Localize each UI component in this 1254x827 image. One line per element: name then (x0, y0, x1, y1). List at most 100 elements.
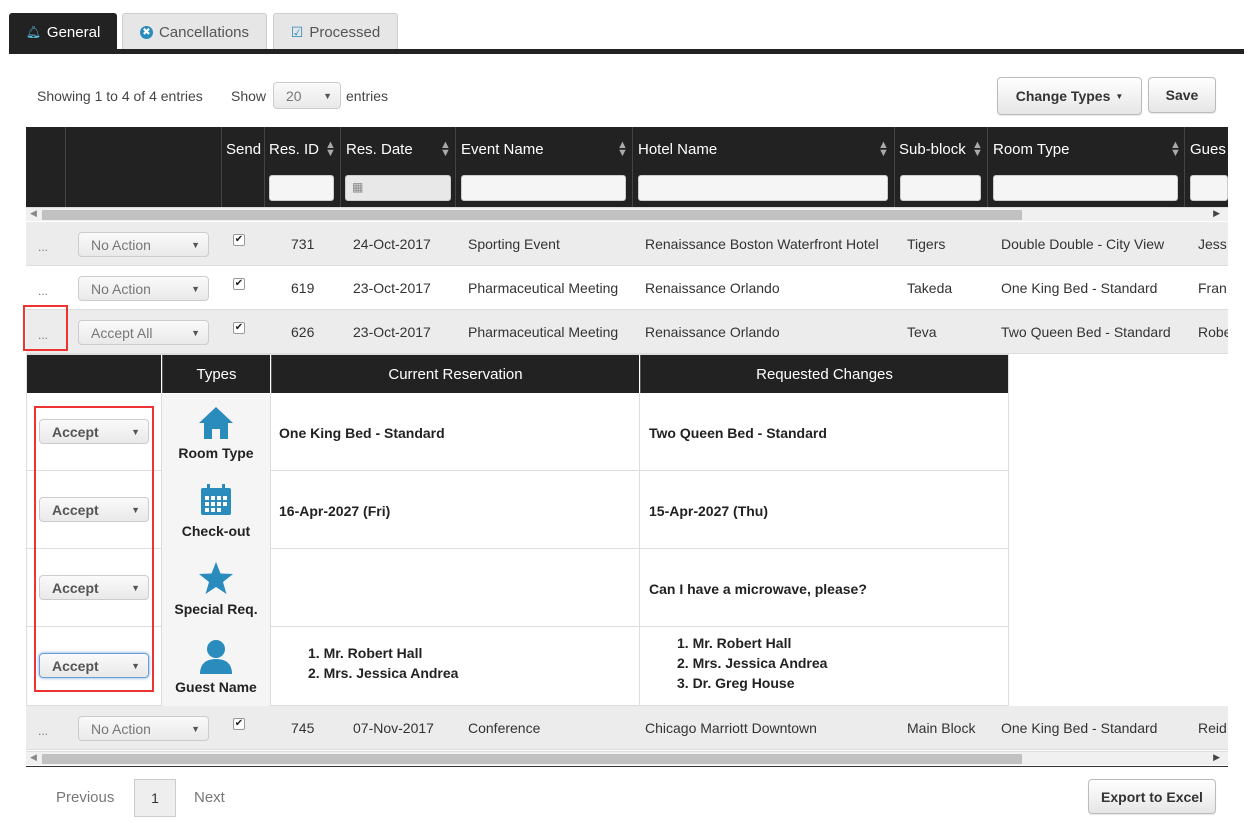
export-excel-button[interactable]: Export to Excel (1088, 779, 1216, 814)
tab-processed[interactable]: ☑ Processed (273, 13, 398, 50)
arrow-left-icon[interactable]: ◀ (30, 752, 37, 763)
row-action-select[interactable]: No Action ▼ (78, 716, 209, 741)
page-number: 1 (151, 790, 159, 806)
divider (65, 127, 66, 207)
col-res-date[interactable]: Res. Date (346, 141, 413, 158)
filter-room-type[interactable] (993, 175, 1178, 201)
room-type: One King Bed - Standard (1001, 720, 1158, 736)
divider (26, 766, 1228, 767)
type-guest-name: Guest Name (162, 628, 270, 706)
horizontal-scrollbar[interactable]: ◀ ▶ (26, 207, 1228, 221)
caret-down-icon: ▼ (191, 239, 200, 250)
current-guest-list: 1. Mr. Robert Hall 2. Mrs. Jessica Andre… (308, 643, 458, 683)
divider (987, 127, 988, 207)
page-size-value: 20 (286, 87, 302, 104)
row-expand-toggle[interactable]: ... (38, 284, 48, 298)
hotel-name: Renaissance Orlando (645, 280, 780, 296)
next-page-link[interactable]: Next (194, 789, 225, 806)
row-expand-toggle[interactable]: ... (38, 724, 48, 738)
action-value: Accept All (91, 324, 153, 341)
sort-icon[interactable]: ▲ ▼ (878, 140, 889, 159)
send-checkbox[interactable]: ✔ (233, 234, 245, 246)
filter-guest[interactable] (1190, 175, 1228, 201)
bell-icon: 🔔︎ (25, 25, 41, 39)
col-guest[interactable]: Gues (1190, 141, 1227, 158)
caret-down-icon: ▼ (191, 327, 200, 338)
col-send: Send (226, 141, 262, 158)
requested-guest-list: 1. Mr. Robert Hall 2. Mrs. Jessica Andre… (677, 633, 827, 693)
sort-icon[interactable]: ▲ ▼ (440, 140, 451, 159)
tab-bar-divider (9, 49, 1244, 54)
col-sub-block[interactable]: Sub-block (899, 141, 966, 158)
change-types-button[interactable]: Change Types ▼ (997, 77, 1142, 115)
current-value: 16-Apr-2027 (Fri) (279, 503, 391, 519)
sort-icon[interactable]: ▲ ▼ (1170, 140, 1181, 159)
caret-down-icon: ▼ (323, 90, 332, 101)
room-type: Two Queen Bed - Standard (1001, 324, 1171, 340)
res-id: 745 (291, 720, 315, 736)
send-checkbox[interactable]: ✔ (233, 718, 245, 730)
sort-icon[interactable]: ▲ ▼ (972, 140, 983, 159)
res-id: 731 (291, 236, 315, 252)
col-hotel-name[interactable]: Hotel Name (638, 141, 717, 158)
filter-sub-block[interactable] (900, 175, 981, 201)
filter-res-id[interactable] (269, 175, 334, 201)
current-value: One King Bed - Standard (279, 425, 445, 441)
entries-info: Showing 1 to 4 of 4 entries (37, 88, 203, 104)
table-row: ... No Action ▼ ✔ 619 23-Oct-2017 Pharmac… (26, 266, 1228, 310)
scrollbar-thumb[interactable] (42, 754, 1022, 764)
caret-down-icon: ▼ (191, 723, 200, 734)
guest-name: Jess (1198, 236, 1227, 252)
res-date: 23-Oct-2017 (353, 280, 431, 296)
arrow-right-icon[interactable]: ▶ (1213, 752, 1220, 763)
guest-item: 3. Dr. Greg House (677, 675, 795, 691)
page-1-button[interactable]: 1 (134, 779, 176, 817)
event-name: Pharmaceutical Meeting (468, 324, 619, 340)
caret-down-icon: ▼ (191, 283, 200, 294)
requested-value: Two Queen Bed - Standard (649, 425, 827, 441)
filter-event-name[interactable] (461, 175, 626, 201)
sub-block: Main Block (907, 720, 976, 736)
filter-hotel-name[interactable] (638, 175, 888, 201)
previous-page-link[interactable]: Previous (56, 789, 114, 806)
col-res-id[interactable]: Res. ID (269, 141, 319, 158)
sort-icon[interactable]: ▲ ▼ (617, 140, 628, 159)
action-value: No Action (91, 236, 151, 253)
send-checkbox[interactable]: ✔ (233, 278, 245, 290)
col-event-name[interactable]: Event Name (461, 141, 544, 158)
home-icon (199, 407, 233, 439)
divider (894, 127, 895, 207)
requested-value: 15-Apr-2027 (Thu) (649, 503, 769, 519)
res-id: 626 (291, 324, 315, 340)
tab-general[interactable]: 🔔︎ General (9, 13, 117, 50)
row-expand-toggle[interactable]: ... (38, 240, 48, 254)
table-row: ... Accept All ▼ ✔ 626 23-Oct-2017 Pharma… (26, 310, 1228, 354)
sort-icon[interactable]: ▲ ▼ (325, 140, 336, 159)
detail-header-requested: Requested Changes (640, 355, 1008, 393)
caret-down-icon: ▼ (1115, 91, 1124, 101)
x-circle-icon: ✖ (139, 25, 153, 39)
arrow-right-icon[interactable]: ▶ (1213, 208, 1220, 219)
row-action-select[interactable]: Accept All ▼ (78, 320, 209, 345)
res-id: 619 (291, 280, 315, 296)
horizontal-scrollbar[interactable]: ◀ ▶ (26, 751, 1228, 765)
page-size-select[interactable]: 20 ▼ (273, 82, 341, 109)
filter-res-date[interactable]: ▦ (345, 175, 451, 201)
save-button[interactable]: Save (1148, 77, 1216, 113)
tab-cancellations[interactable]: ✖ Cancellations (122, 13, 267, 50)
guest-item: 2. Mrs. Jessica Andrea (308, 665, 459, 681)
change-types-label: Change Types (1015, 88, 1111, 104)
col-room-type[interactable]: Room Type (993, 141, 1069, 158)
action-value: No Action (91, 280, 151, 297)
send-checkbox[interactable]: ✔ (233, 322, 245, 334)
show-label: Show (231, 88, 267, 104)
scrollbar-thumb[interactable] (42, 210, 1022, 220)
action-value: No Action (91, 720, 151, 737)
row-action-select[interactable]: No Action ▼ (78, 276, 209, 301)
guest-name: Robe (1198, 324, 1228, 340)
row-action-select[interactable]: No Action ▼ (78, 232, 209, 257)
arrow-left-icon[interactable]: ◀ (30, 208, 37, 219)
export-label: Export to Excel (1101, 788, 1203, 805)
detail-header-types: Types (162, 355, 270, 393)
room-type: Double Double - City View (1001, 236, 1165, 252)
